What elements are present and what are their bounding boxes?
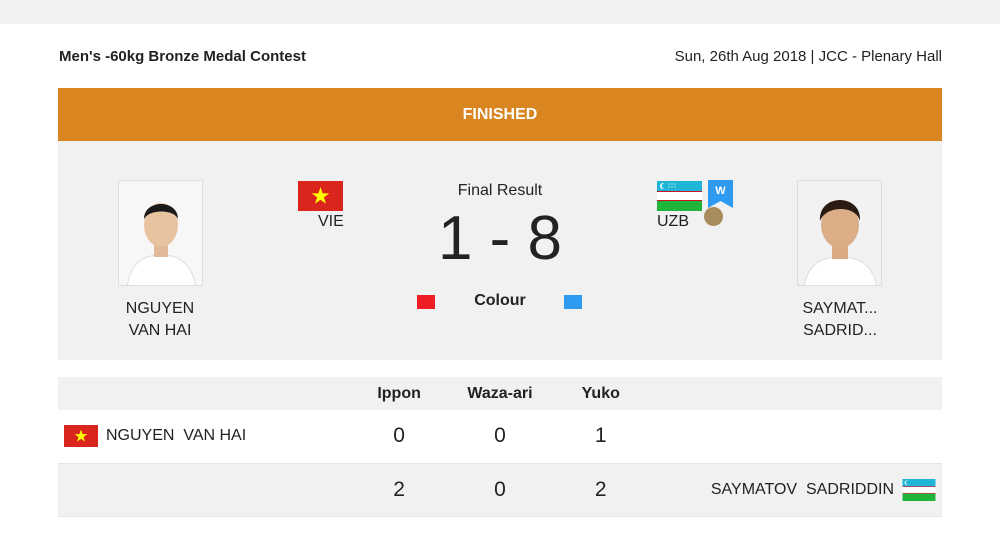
final-result-label: Final Result — [457, 182, 543, 199]
uzbekistan-flag-icon — [657, 181, 702, 211]
vietnam-flag-icon — [298, 181, 343, 211]
table-row: 2 0 2 SAYMATOV SADRIDDIN — [58, 463, 942, 517]
final-score: 1 - 8 — [437, 204, 563, 273]
athlete-name-right-line1: SAYMAT... — [802, 300, 878, 317]
status-banner: FINISHED — [58, 88, 942, 141]
athlete-name-left-line2: VAN HAI — [128, 322, 192, 339]
athlete-name-left[interactable]: NGUYEN VAN HAI — [90, 298, 230, 342]
table-header-waza-ari: Waza-ari — [449, 377, 551, 410]
table-header-ippon: Ippon — [348, 377, 450, 410]
athlete-name-left-line1: NGUYEN — [125, 300, 195, 317]
table-athlete-cell-right[interactable]: SAYMATOV SADRIDDIN — [651, 463, 942, 517]
table-athlete-name-left: NGUYEN VAN HAI — [106, 427, 247, 445]
table-row: NGUYEN VAN HAI 0 0 1 — [58, 410, 942, 464]
table-header-yuko: Yuko — [550, 377, 652, 410]
table-header-row: Ippon Waza-ari Yuko — [58, 377, 942, 410]
table-athlete-cell-left[interactable]: NGUYEN VAN HAI — [58, 410, 349, 464]
table-cell-yuko: 2 — [550, 463, 652, 517]
winner-badge-label: W — [715, 185, 726, 197]
winner-badge-icon: W — [708, 180, 733, 208]
score-table: Ippon Waza-ari Yuko NGUYEN VAN HAI 0 0 1… — [58, 377, 942, 517]
athlete-name-right-line2: SADRID... — [803, 322, 877, 339]
top-bar — [0, 0, 1000, 24]
table-cell-yuko: 1 — [550, 410, 652, 464]
table-header-athlete-left — [58, 377, 349, 410]
contest-title: Men's -60kg Bronze Medal Contest — [59, 48, 306, 65]
table-header-athlete-right — [651, 377, 942, 410]
country-code-right: UZB — [657, 213, 689, 230]
table-cell-waza-ari: 0 — [449, 410, 551, 464]
avatar — [119, 181, 202, 285]
table-athlete-name-right: SAYMATOV SADRIDDIN — [710, 480, 894, 498]
bronze-medal-icon — [704, 207, 723, 226]
table-cell-empty — [58, 463, 349, 517]
athlete-name-right[interactable]: SAYMAT... SADRID... — [770, 298, 910, 342]
table-cell-empty — [651, 410, 942, 464]
athlete-photo-left[interactable] — [118, 180, 203, 286]
contest-date-venue: Sun, 26th Aug 2018 | JCC - Plenary Hall — [674, 48, 942, 65]
blue-colour-swatch — [564, 295, 582, 309]
table-cell-ippon: 2 — [348, 463, 450, 517]
athlete-photo-right[interactable] — [797, 180, 882, 286]
country-code-left: VIE — [318, 213, 344, 230]
uzbekistan-flag-icon — [902, 478, 936, 501]
table-cell-ippon: 0 — [348, 410, 450, 464]
vietnam-flag-icon — [64, 425, 98, 448]
colour-label: Colour — [474, 292, 526, 309]
table-cell-waza-ari: 0 — [449, 463, 551, 517]
avatar — [798, 181, 881, 285]
status-label: FINISHED — [462, 105, 538, 123]
red-colour-swatch — [417, 295, 435, 309]
